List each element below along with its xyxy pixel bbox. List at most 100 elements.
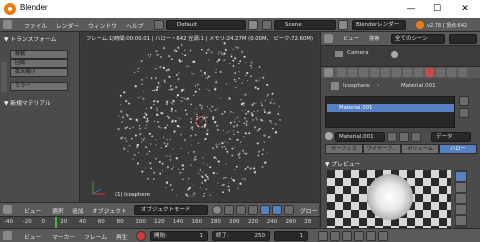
play-reverse-icon[interactable] — [342, 231, 352, 241]
add-slot-button[interactable] — [459, 96, 469, 106]
menu-add[interactable]: 追加 — [72, 206, 84, 215]
jump-end-icon[interactable] — [378, 231, 388, 241]
preview-monkey-icon[interactable] — [456, 205, 466, 214]
menu-view[interactable]: ビュー — [24, 232, 41, 241]
constraints-tab-icon[interactable] — [392, 68, 401, 77]
texture-tab-icon[interactable] — [436, 68, 445, 77]
layers-tab-icon[interactable] — [348, 68, 357, 77]
menu-window[interactable]: ウィンドウ — [88, 21, 117, 30]
scene-tab-icon[interactable] — [359, 68, 368, 77]
layout-select[interactable]: Default — [166, 20, 246, 30]
material-link-select[interactable]: データ — [431, 132, 471, 142]
translate-button[interactable]: 移動 — [10, 50, 68, 59]
menu-object[interactable]: オブジェクト — [92, 206, 127, 215]
material-tab-icon[interactable] — [425, 68, 434, 77]
rotate-manip-icon[interactable] — [260, 205, 270, 215]
camera-item-label[interactable]: Camera — [347, 50, 369, 56]
menu-file[interactable]: ファイル — [24, 21, 47, 30]
orientation-select[interactable]: グロー — [300, 206, 317, 215]
timeline-header: ビュー マーカー フレーム 再生 開始: 1 終了: 250 1 — [0, 228, 480, 242]
tab-surface[interactable]: サーフェス — [325, 144, 363, 154]
menu-view[interactable]: ビュー — [24, 206, 41, 215]
halo-point — [209, 108, 211, 110]
close-button[interactable]: ✕ — [452, 2, 478, 16]
new-material-panel-header[interactable]: ▼ 新規マテリアル — [4, 98, 51, 107]
menu-help[interactable]: ヘルプ — [126, 21, 143, 30]
tab-halo[interactable]: ハロー — [439, 144, 477, 154]
halo-point — [228, 97, 231, 100]
halo-point — [166, 124, 169, 127]
modifiers-tab-icon[interactable] — [403, 68, 412, 77]
tool-tabs[interactable] — [1, 62, 7, 92]
scene-icon[interactable] — [262, 20, 272, 30]
data-tab-icon[interactable] — [414, 68, 423, 77]
halo-point — [239, 141, 242, 143]
jump-start-icon[interactable] — [318, 231, 328, 241]
editor-type-icon[interactable] — [3, 205, 12, 214]
remove-slot-button[interactable] — [459, 108, 469, 118]
preview-panel-header[interactable]: ▼ プレビュー — [325, 159, 360, 168]
prev-keyframe-icon[interactable] — [330, 231, 340, 241]
pin-icon[interactable] — [331, 82, 339, 90]
maximize-button[interactable]: ☐ — [424, 2, 450, 16]
tab-wire[interactable]: ワイヤーフ... — [363, 144, 401, 154]
outliner[interactable]: Camera — [321, 46, 480, 66]
mirror-button[interactable]: ミラー — [10, 82, 68, 91]
outliner-menu-view[interactable]: ビュー — [343, 34, 359, 44]
halo-point — [144, 112, 147, 115]
menu-render[interactable]: レンダー — [56, 21, 79, 30]
render-engine-select[interactable]: Blenderレンダー — [352, 20, 406, 30]
record-icon[interactable] — [136, 231, 146, 241]
editor-type-icon[interactable] — [3, 20, 12, 29]
layout-icon[interactable] — [154, 20, 164, 30]
rotate-button[interactable]: 回転 — [10, 59, 68, 68]
menu-frame[interactable]: フレーム — [84, 232, 107, 241]
play-icon[interactable] — [354, 231, 364, 241]
menu-playback[interactable]: 再生 — [116, 232, 128, 241]
next-keyframe-icon[interactable] — [366, 231, 376, 241]
outliner-search-input[interactable] — [449, 34, 477, 44]
material-fake-user-button[interactable] — [387, 132, 397, 142]
end-frame-field[interactable]: 終了: 250 — [212, 231, 270, 241]
scale-manip-icon[interactable] — [272, 205, 282, 215]
editor-type-icon[interactable] — [324, 34, 333, 43]
layout-add-button[interactable] — [248, 20, 258, 30]
timeline[interactable]: -40 -20 0 20 40 60 80 100 120 140 160 180 200 220 240 2… — [0, 216, 319, 229]
outliner-filter-select[interactable]: 全てのシーン — [391, 34, 445, 44]
scene-add-button[interactable] — [338, 20, 348, 30]
halo-point — [206, 105, 209, 108]
orientation-icon[interactable] — [284, 205, 294, 215]
scene-select[interactable]: Scene — [274, 20, 336, 30]
preview-cube-icon[interactable] — [456, 194, 466, 203]
physics-tab-icon[interactable] — [458, 68, 467, 77]
scale-button[interactable]: 拡大縮小 — [10, 68, 68, 77]
material-slot-list[interactable]: Material.001 — [325, 96, 455, 128]
minimize-button[interactable]: — — [398, 2, 424, 16]
tab-volume[interactable]: ボリューム — [401, 144, 439, 154]
object-tab-icon[interactable] — [381, 68, 390, 77]
material-unlink-button[interactable] — [411, 132, 421, 142]
3d-viewport[interactable]: フレーム:1|時間:00:00.01 | ハロー・642 光源:1 | メモリ:… — [81, 32, 319, 202]
current-frame-field[interactable]: 1 — [274, 231, 308, 241]
transform-panel-header[interactable]: ▼ トランスフォーム — [4, 34, 56, 43]
pivot-icon[interactable] — [224, 205, 234, 215]
material-copy-button[interactable] — [399, 132, 409, 142]
material-slot-item[interactable]: Material.001 — [327, 104, 454, 112]
render-tab-icon[interactable] — [337, 68, 346, 77]
world-tab-icon[interactable] — [370, 68, 379, 77]
material-name-field[interactable]: Material.001 — [335, 132, 385, 142]
menu-select[interactable]: 選択 — [52, 206, 64, 215]
outliner-menu-search[interactable]: 検索 — [369, 34, 380, 44]
mode-select[interactable]: オブジェクトモード — [134, 205, 208, 215]
menu-marker[interactable]: マーカー — [52, 232, 75, 241]
preview-sphere-icon[interactable] — [456, 183, 466, 192]
editor-type-icon[interactable] — [3, 231, 12, 240]
start-frame-field[interactable]: 開始: 1 — [150, 231, 208, 241]
preview-flat-icon[interactable] — [456, 172, 466, 181]
shading-icon[interactable] — [212, 205, 222, 215]
translate-manip-icon[interactable] — [248, 205, 258, 215]
preview-hair-icon[interactable] — [456, 216, 466, 225]
editor-type-icon[interactable] — [324, 68, 333, 77]
particles-tab-icon[interactable] — [447, 68, 456, 77]
manipulator-icon[interactable] — [236, 205, 246, 215]
